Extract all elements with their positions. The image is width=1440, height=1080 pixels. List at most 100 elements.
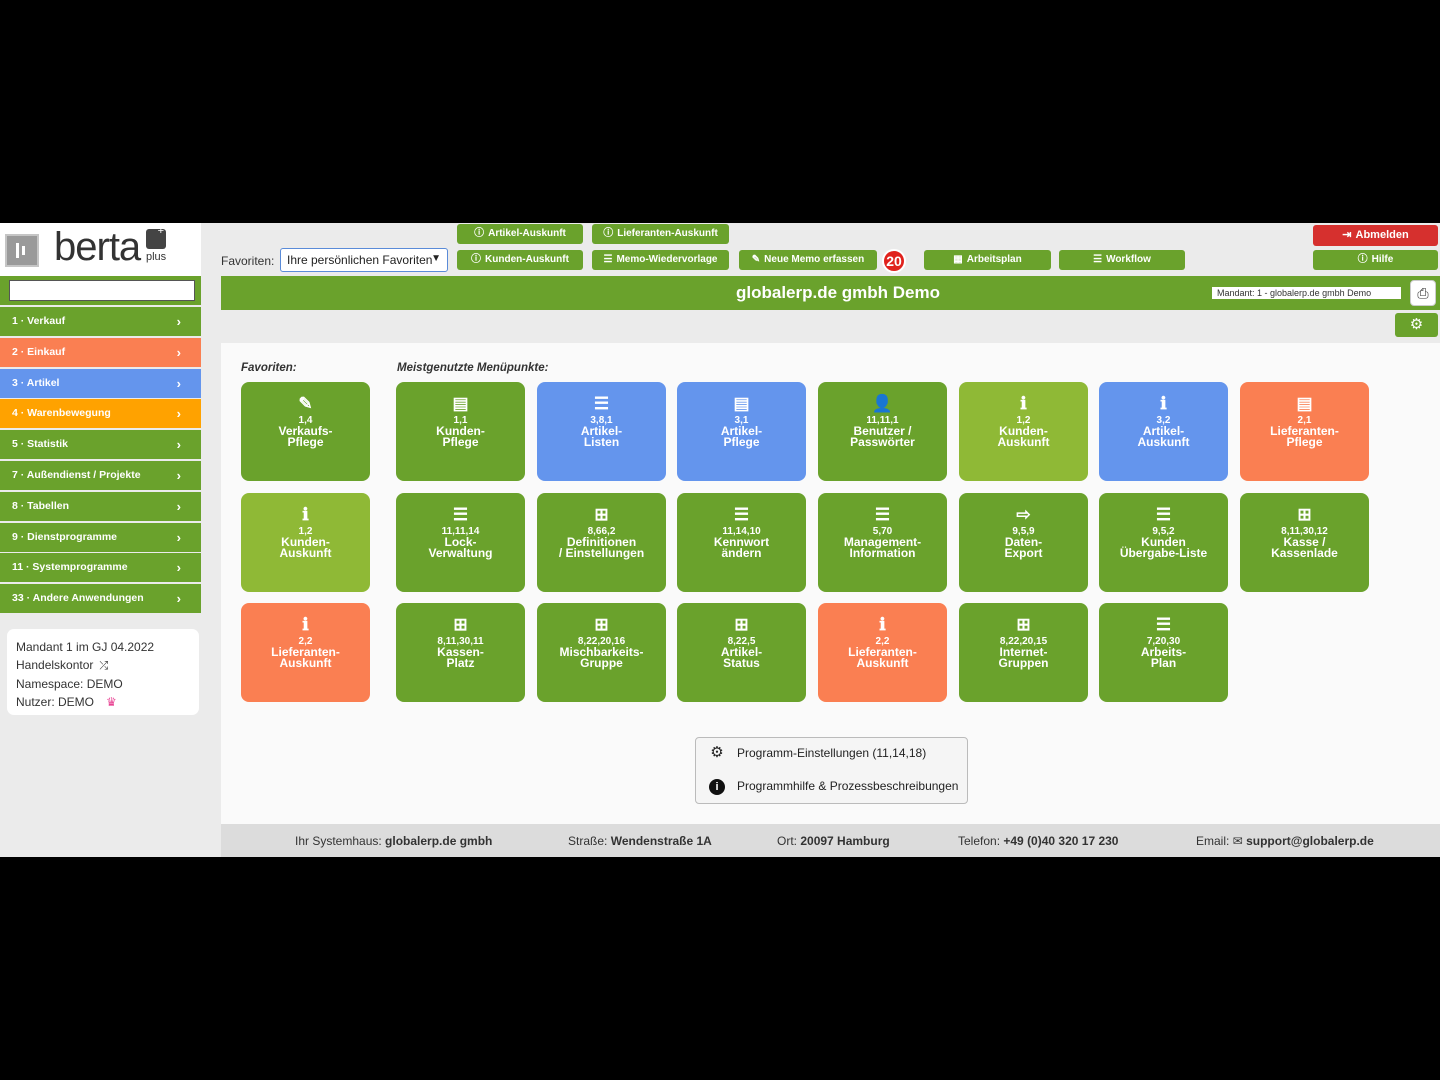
list-icon: ☰ bbox=[593, 394, 610, 413]
sidebar-item-label: 7 · Außendienst / Projekte bbox=[12, 469, 141, 481]
footer: Ihr Systemhaus: globalerp.de gmbh Straße… bbox=[221, 824, 1440, 857]
tile-label: Kunden- Pflege bbox=[436, 424, 485, 449]
table-icon: ⊞ bbox=[1016, 615, 1031, 634]
sidebar-search-container bbox=[0, 276, 201, 305]
list-alt-icon: ▤ bbox=[733, 394, 750, 413]
menu-tile[interactable]: ℹ 1,2 Kunden- Auskunft bbox=[241, 493, 370, 592]
sidebar-search-input[interactable] bbox=[9, 280, 195, 301]
menu-tile[interactable]: ⊞ 8,11,30,12 Kasse / Kassenlade bbox=[1240, 493, 1369, 592]
sidebar-item[interactable]: 2 · Einkauf › bbox=[0, 337, 201, 367]
footer-ort: Ort: 20097 Hamburg bbox=[777, 834, 890, 848]
footer-ort-value: 20097 Hamburg bbox=[800, 834, 890, 848]
chevron-right-icon: › bbox=[176, 344, 181, 360]
menu-tile[interactable]: ℹ 3,2 Artikel- Auskunft bbox=[1099, 382, 1228, 481]
user-female-icon[interactable]: ♛ bbox=[106, 695, 117, 709]
help-box: ⚙ Programm-Einstellungen (11,14,18) i Prog… bbox=[695, 737, 968, 804]
lieferanten-auskunft-button[interactable]: ⓘ Lieferanten-Auskunft bbox=[592, 224, 729, 244]
logo-suffix: plus bbox=[146, 251, 167, 263]
tile-label: Kunden- Auskunft bbox=[279, 535, 332, 560]
sidebar-item[interactable]: 7 · Außendienst / Projekte › bbox=[0, 461, 201, 490]
tile-label: Artikel- Listen bbox=[580, 424, 623, 449]
favorites-label: Favoriten: bbox=[221, 254, 275, 268]
favorites-select[interactable]: Ihre persönlichen Favoriten ▼ bbox=[280, 248, 448, 272]
menu-tile[interactable]: ⊞ 8,22,20,15 Internet- Gruppen bbox=[959, 603, 1088, 702]
menu-tile[interactable]: ⊞ 8,22,20,16 Mischbarkeits- Gruppe bbox=[537, 603, 666, 702]
neue-memo-button[interactable]: ✎ Neue Memo erfassen bbox=[739, 250, 877, 270]
arbeitsplan-label: Arbeitsplan bbox=[966, 254, 1022, 265]
footer-email-value[interactable]: support@globalerp.de bbox=[1246, 834, 1374, 848]
menu-tile[interactable]: ▤ 2,1 Lieferanten- Pflege bbox=[1240, 382, 1369, 481]
info-icon: ⓘ bbox=[474, 228, 485, 239]
hilfe-button[interactable]: ⓘ Hilfe bbox=[1313, 250, 1438, 270]
sidebar-item[interactable]: 8 · Tabellen › bbox=[0, 491, 201, 521]
settings-button[interactable]: ⚙ bbox=[1395, 313, 1438, 337]
menu-tile[interactable]: ☰ 5,70 Management- Information bbox=[818, 493, 947, 592]
arbeitsplan-button[interactable]: ▦ Arbeitsplan bbox=[924, 250, 1051, 270]
program-help-link[interactable]: i Programmhilfe & Prozessbeschreibungen bbox=[709, 777, 958, 795]
kunden-auskunft-button[interactable]: ⓘ Kunden-Auskunft bbox=[457, 250, 583, 270]
nutzer-row: Nutzer: DEMO ♛ bbox=[16, 693, 199, 711]
program-settings-link[interactable]: ⚙ Programm-Einstellungen (11,14,18) bbox=[709, 744, 926, 762]
sidebar-item-label: 2 · Einkauf bbox=[12, 345, 66, 358]
menu-tile[interactable]: 👤 11,11,1 Benutzer / Passwörter bbox=[818, 382, 947, 481]
menu-tile[interactable]: ℹ 1,2 Kunden- Auskunft bbox=[959, 382, 1088, 481]
program-settings-label: Programm-Einstellungen (11,14,18) bbox=[737, 746, 927, 760]
menu-tile[interactable]: ▤ 3,1 Artikel- Pflege bbox=[677, 382, 806, 481]
tile-label: Arbeits- Plan bbox=[1140, 645, 1187, 670]
print-button[interactable]: ⎙ bbox=[1410, 280, 1436, 306]
menu-tile[interactable]: ✎ 1,4 Verkaufs- Pflege bbox=[241, 382, 370, 481]
table-icon: ⊞ bbox=[734, 615, 749, 634]
favorites-select-value: Ihre persönlichen Favoriten bbox=[287, 253, 433, 267]
artikel-auskunft-button[interactable]: ⓘ Artikel-Auskunft bbox=[457, 224, 583, 244]
menu-tile[interactable]: ⊞ 8,66,2 Definitionen / Einstellungen bbox=[537, 493, 666, 592]
footer-email[interactable]: Email: ✉ support@globalerp.de bbox=[1196, 834, 1374, 848]
menu-tile[interactable]: ⊞ 8,22,5 Artikel- Status bbox=[677, 603, 806, 702]
tile-label: Benutzer / Passwörter bbox=[850, 424, 915, 449]
info-icon: i bbox=[709, 779, 725, 795]
menu-tile[interactable]: ☰ 11,14,10 Kennwort ändern bbox=[677, 493, 806, 592]
menu-tile[interactable]: ⊞ 8,11,30,11 Kassen- Platz bbox=[396, 603, 525, 702]
mandant-tag: Mandant: 1 - globalerp.de gmbh Demo bbox=[1212, 287, 1401, 299]
tile-label: Management- Information bbox=[843, 535, 922, 560]
sidebar-item-label: 33 · Andere Anwendungen bbox=[12, 592, 144, 605]
menu-tile[interactable]: ⇨ 9,5,9 Daten- Export bbox=[959, 493, 1088, 592]
app-logo[interactable]: berta plus bbox=[0, 223, 201, 276]
sidebar-item[interactable]: 4 · Warenbewegung › bbox=[0, 399, 201, 429]
table-icon: ⊞ bbox=[453, 615, 468, 634]
chevron-right-icon: › bbox=[176, 498, 181, 514]
menu-tile[interactable]: ▤ 1,1 Kunden- Pflege bbox=[396, 382, 525, 481]
tile-label: Kassen- Platz bbox=[437, 645, 484, 670]
sidebar-item-label: 8 · Tabellen bbox=[12, 499, 69, 512]
logo-plus-badge-icon bbox=[146, 225, 166, 249]
menu-tile[interactable]: ☰ 3,8,1 Artikel- Listen bbox=[537, 382, 666, 481]
list-icon: ☰ bbox=[874, 505, 891, 524]
sidebar-item[interactable]: 33 · Andere Anwendungen › bbox=[0, 584, 201, 614]
memo-count-badge[interactable]: 20 bbox=[882, 249, 906, 273]
most-used-heading: Meistgenutzte Menüpunkte: bbox=[397, 362, 549, 374]
abmelden-button[interactable]: ⇥ Abmelden bbox=[1313, 225, 1438, 246]
sidebar-item-label: 1 · Verkauf bbox=[12, 315, 66, 327]
info-icon: ⓘ bbox=[603, 228, 614, 239]
memo-wiedervorlage-button[interactable]: ☰ Memo-Wiedervorlage bbox=[592, 250, 729, 270]
workflow-button[interactable]: ☰ Workflow bbox=[1059, 250, 1185, 270]
gear-icon: ⚙ bbox=[710, 744, 724, 761]
sidebar-item[interactable]: 5 · Statistik › bbox=[0, 430, 201, 460]
sidebar-item[interactable]: 9 · Dienstprogramme › bbox=[0, 522, 201, 552]
chevron-down-icon: ▼ bbox=[431, 253, 441, 264]
footer-ort-label: Ort: bbox=[777, 834, 797, 848]
shuffle-icon[interactable]: ⤮ bbox=[99, 660, 108, 672]
company-titlebar: globalerp.de gmbh Demo Mandant: 1 - glob… bbox=[221, 276, 1440, 310]
menu-tile[interactable]: ☰ 9,5,2 Kunden Übergabe-Liste bbox=[1099, 493, 1228, 592]
chevron-right-icon: › bbox=[176, 314, 181, 329]
sidebar-item[interactable]: 3 · Artikel › bbox=[0, 368, 201, 398]
footer-systemhaus-value: globalerp.de gmbh bbox=[385, 834, 493, 848]
chevron-right-icon: › bbox=[176, 560, 181, 576]
menu-tile[interactable]: ℹ 2,2 Lieferanten- Auskunft bbox=[241, 603, 370, 702]
menu-tile[interactable]: ℹ 2,2 Lieferanten- Auskunft bbox=[818, 603, 947, 702]
menu-tile[interactable]: ☰ 7,20,30 Arbeits- Plan bbox=[1099, 603, 1228, 702]
sidebar-item[interactable]: 11 · Systemprogramme › bbox=[0, 553, 201, 583]
chevron-right-icon: › bbox=[176, 529, 181, 545]
menu-tile[interactable]: ☰ 11,11,14 Lock- Verwaltung bbox=[396, 493, 525, 592]
favorites-heading: Favoriten: bbox=[241, 362, 297, 374]
sidebar-item[interactable]: 1 · Verkauf › bbox=[0, 307, 201, 336]
